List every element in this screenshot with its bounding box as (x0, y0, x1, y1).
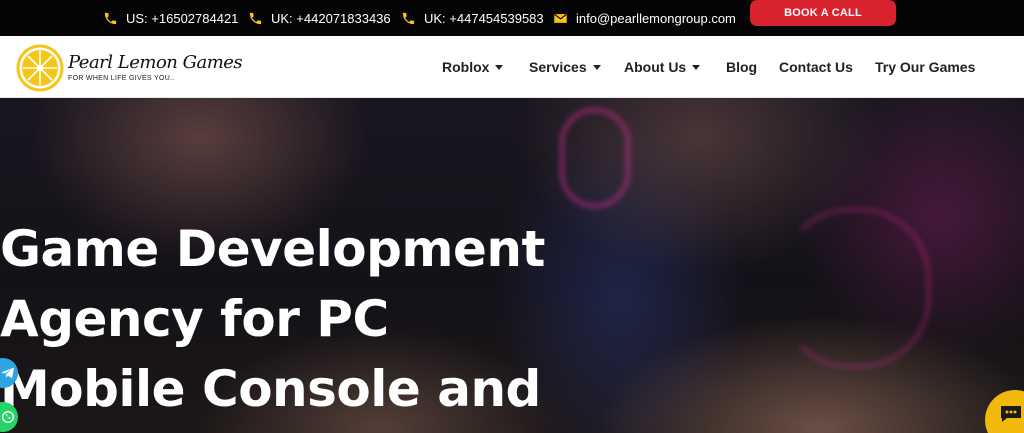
telegram-icon (1, 367, 15, 379)
logo-name: Pearl Lemon Games (68, 52, 243, 73)
logo-text: Pearl Lemon Games FOR WHEN LIFE GIVES YO… (68, 52, 243, 83)
nav-item-about-us[interactable]: About Us (624, 36, 701, 98)
contact-text: info@pearllemongroup.com (576, 10, 736, 26)
hero-section: Game Development Agency for PC Mobile Co… (0, 98, 1024, 433)
hero-title-line: Game Development (0, 220, 545, 278)
hero-background-glow (780, 208, 930, 368)
phone-icon (402, 12, 415, 24)
hero-title-line: Agency for PC (0, 290, 389, 348)
nav-item-services[interactable]: Services (529, 36, 601, 98)
nav-item-try-our-games[interactable]: Try Our Games (875, 36, 975, 98)
caret-down-icon (495, 64, 504, 70)
contact-text: UK: +447454539583 (424, 10, 544, 26)
contact-us-phone[interactable]: US: +16502784421 (103, 0, 238, 36)
nav-item-label: Blog (726, 59, 758, 75)
contact-text: UK: +442071833436 (271, 10, 391, 26)
book-a-call-button[interactable]: BOOK A CALL (750, 0, 896, 26)
nav-item-label: Roblox (442, 59, 490, 75)
caret-down-icon (592, 64, 601, 70)
chat-icon (1001, 406, 1021, 422)
contact-uk-phone-1[interactable]: UK: +442071833436 (248, 0, 391, 36)
site-header: Pearl Lemon Games FOR WHEN LIFE GIVES YO… (0, 36, 1024, 98)
caret-down-icon (692, 64, 701, 70)
nav-item-blog[interactable]: Blog (726, 36, 757, 98)
nav-item-label: About Us (624, 59, 687, 75)
contact-uk-phone-2[interactable]: UK: +447454539583 (401, 0, 544, 36)
phone-icon (249, 12, 262, 24)
nav-item-roblox[interactable]: Roblox (442, 36, 504, 98)
hero-title: Game Development Agency for PC Mobile Co… (0, 214, 620, 424)
top-contact-bar: US: +16502784421 UK: +442071833436 UK: +… (0, 0, 1024, 36)
whatsapp-icon (2, 411, 14, 423)
hero-background-image (560, 108, 630, 208)
envelope-icon (554, 13, 567, 23)
contact-email[interactable]: info@pearllemongroup.com (553, 0, 736, 36)
nav-item-contact-us[interactable]: Contact Us (779, 36, 853, 98)
nav-item-label: Services (529, 59, 587, 75)
hero-title-line: Mobile Console and (0, 360, 541, 418)
contact-text: US: +16502784421 (126, 10, 239, 26)
nav-item-label: Try Our Games (875, 59, 976, 75)
lemon-logo-icon (16, 44, 64, 92)
phone-icon (104, 12, 117, 24)
logo-tagline: FOR WHEN LIFE GIVES YOU.. (68, 75, 175, 82)
nav-item-label: Contact Us (779, 59, 853, 75)
logo[interactable]: Pearl Lemon Games FOR WHEN LIFE GIVES YO… (16, 44, 243, 92)
